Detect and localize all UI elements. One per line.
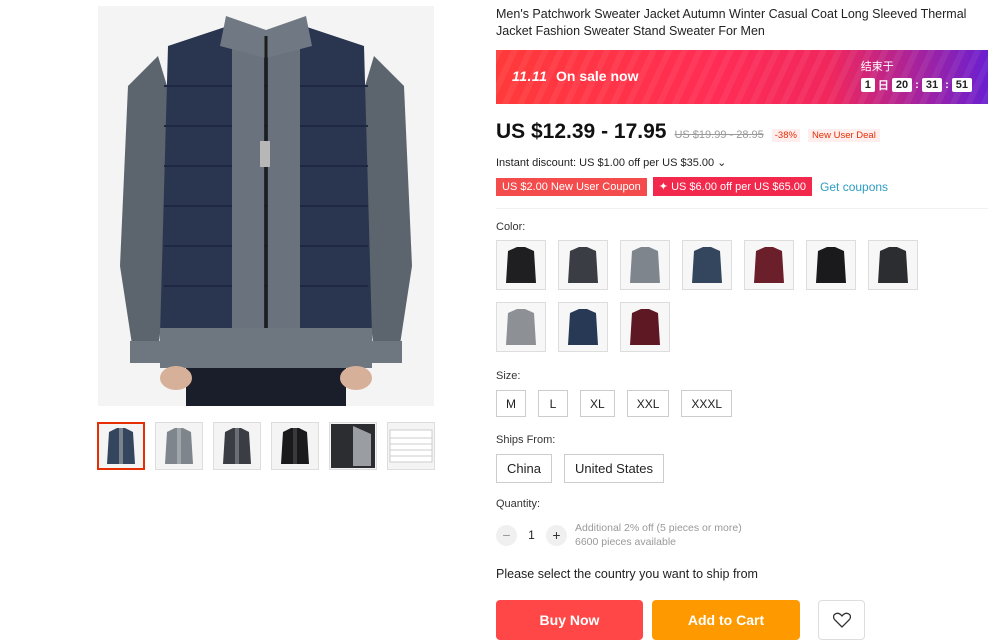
new-user-deal-badge: New User Deal <box>807 129 880 142</box>
add-to-cart-button[interactable]: Add to Cart <box>652 600 800 640</box>
ships-from-label: Ships From: <box>496 434 556 446</box>
quantity-stepper: − 1 + Additional 2% off (5 pieces or mor… <box>496 521 988 549</box>
thumbnail-1[interactable] <box>97 422 145 470</box>
countdown-label: 结束于 <box>860 61 894 73</box>
ships-from-united-states[interactable]: United States <box>563 454 665 483</box>
product-main-image[interactable] <box>98 6 434 406</box>
color-swatch[interactable] <box>558 302 608 352</box>
buy-now-button[interactable]: Buy Now <box>496 600 643 640</box>
color-swatch[interactable] <box>682 240 732 290</box>
countdown-day-unit: 日 <box>877 80 889 92</box>
bulk-discount-note: Additional 2% off (5 pieces or more) <box>575 522 742 534</box>
jacket-detail-thumb-icon <box>331 424 375 468</box>
divider <box>496 208 988 209</box>
original-price: US $19.99 - 28.95 <box>674 129 764 141</box>
thumbnail-4[interactable] <box>271 422 319 470</box>
discount-badge: -38% <box>771 129 800 142</box>
countdown-timer: 1 日 20 : 31 : 51 <box>860 77 972 93</box>
sale-banner[interactable]: 11.11 On sale now 结束于 1 日 20 : 31 : 51 <box>496 50 988 104</box>
jacket-swatch-icon <box>630 247 660 283</box>
quantity-info: Additional 2% off (5 pieces or more) 660… <box>575 521 742 549</box>
jacket-thumb-icon <box>281 428 309 464</box>
ships-from-china[interactable]: China <box>496 454 552 483</box>
action-buttons: Buy Now Add to Cart <box>496 600 988 640</box>
size-option-xxl[interactable]: XXL <box>626 390 670 417</box>
thumbnail-6[interactable] <box>387 422 435 470</box>
quantity-decrease-button[interactable]: − <box>496 524 517 546</box>
coupon-row: US $2.00 New User Coupon ✦ US $6.00 off … <box>496 177 988 196</box>
ship-country-notice: Please select the country you want to sh… <box>496 567 758 581</box>
thumbnail-strip <box>97 422 435 470</box>
countdown-minutes: 31 <box>921 78 943 92</box>
jacket-thumb-icon <box>165 428 193 464</box>
countdown-days: 1 <box>860 78 875 92</box>
color-swatch[interactable] <box>868 240 918 290</box>
color-swatch[interactable] <box>620 302 670 352</box>
countdown-seconds: 51 <box>951 78 972 92</box>
sale-logo: 11.11 <box>512 68 548 84</box>
product-info: Men's Patchwork Sweater Jacket Autumn Wi… <box>496 6 988 640</box>
jacket-swatch-icon <box>506 247 536 283</box>
quantity-value[interactable]: 1 <box>517 528 546 542</box>
countdown-separator: : <box>915 79 919 91</box>
quantity-increase-button[interactable]: + <box>546 524 567 546</box>
jacket-swatch-icon <box>692 247 722 283</box>
jacket-swatch-icon <box>568 309 598 345</box>
countdown-hours: 20 <box>891 78 913 92</box>
color-swatch[interactable] <box>744 240 794 290</box>
wishlist-button[interactable] <box>818 600 865 640</box>
current-price: US $12.39 - 17.95 <box>496 120 667 143</box>
sale-banner-text: On sale now <box>556 68 639 84</box>
new-user-coupon[interactable]: US $2.00 New User Coupon <box>496 177 647 196</box>
instant-discount-dropdown[interactable]: Instant discount: US $1.00 off per US $3… <box>496 156 988 169</box>
size-option-l[interactable]: L <box>538 390 568 417</box>
stock-available: 6600 pieces available <box>575 536 676 548</box>
quantity-label: Quantity: <box>496 498 541 510</box>
jacket-swatch-icon <box>506 309 536 345</box>
jacket-swatch-icon <box>754 247 784 283</box>
jacket-swatch-icon <box>630 309 660 345</box>
countdown-separator: : <box>945 79 949 91</box>
color-swatch[interactable] <box>496 240 546 290</box>
size-option-m[interactable]: M <box>496 390 526 417</box>
jacket-thumb-icon <box>107 428 135 464</box>
size-option-xxxl[interactable]: XXXL <box>681 390 733 417</box>
product-title: Men's Patchwork Sweater Jacket Autumn Wi… <box>496 7 967 38</box>
color-swatch[interactable] <box>496 302 546 352</box>
thumbnail-2[interactable] <box>155 422 203 470</box>
thumbnail-3[interactable] <box>213 422 261 470</box>
store-coupon[interactable]: ✦ US $6.00 off per US $65.00 <box>652 177 813 196</box>
jacket-photo <box>98 6 434 406</box>
jacket-swatch-icon <box>878 247 908 283</box>
size-option-xl[interactable]: XL <box>580 390 615 417</box>
size-label: Size: <box>496 370 521 382</box>
get-coupons-link[interactable]: Get coupons <box>820 180 888 194</box>
color-label: Color: <box>496 221 526 233</box>
color-swatch[interactable] <box>558 240 608 290</box>
heart-icon <box>832 612 851 628</box>
thumbnail-5[interactable] <box>329 422 377 470</box>
price-row: US $12.39 - 17.95 US $19.99 - 28.95 -38%… <box>496 120 988 144</box>
color-swatch[interactable] <box>806 240 856 290</box>
jacket-swatch-icon <box>568 247 598 283</box>
size-options: M L XL XXL XXXL <box>496 390 988 417</box>
ships-from-options: China United States <box>496 454 988 483</box>
color-swatch[interactable] <box>620 240 670 290</box>
jacket-swatch-icon <box>816 247 846 283</box>
color-options <box>496 240 988 352</box>
jacket-thumb-icon <box>223 428 251 464</box>
size-chart-thumb-icon <box>389 429 433 463</box>
countdown-panel: 结束于 1 日 20 : 31 : 51 <box>860 58 972 93</box>
